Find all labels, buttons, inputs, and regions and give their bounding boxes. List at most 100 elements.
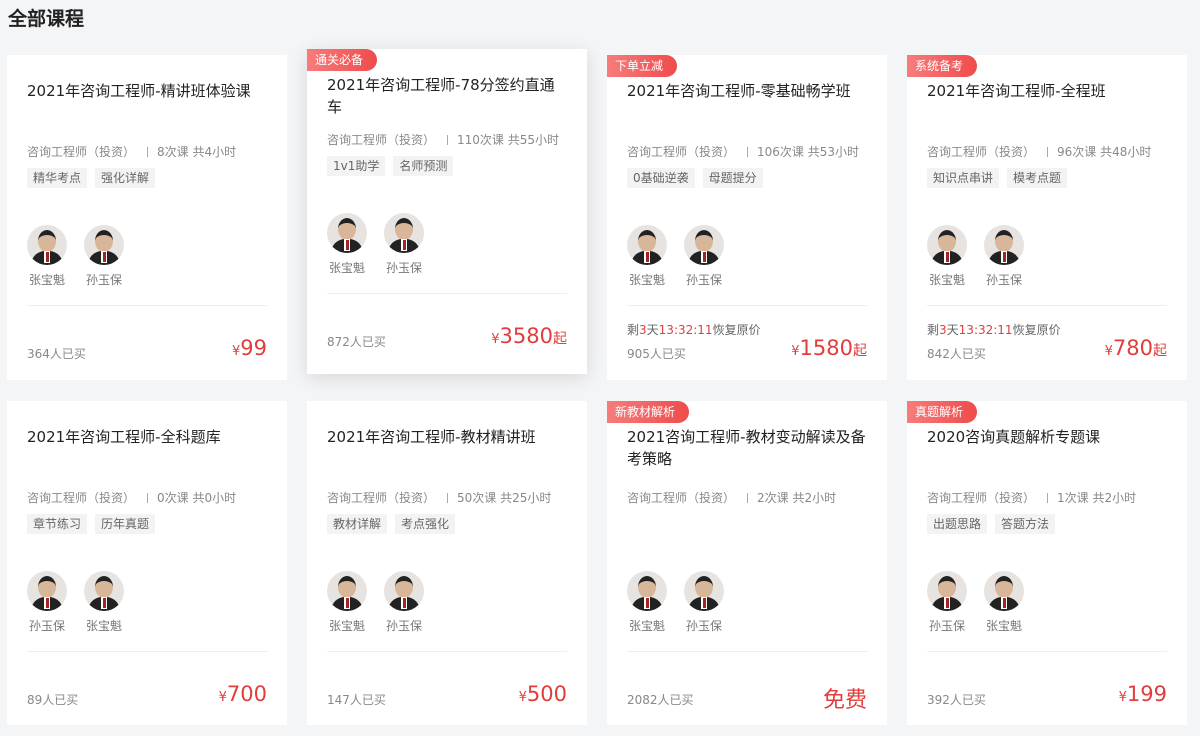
course-card[interactable]: 系统备考 2021年咨询工程师-全程班 咨询工程师（投资） 96次课 共48小时 知识点… <box>907 55 1187 380</box>
course-chip: 知识点串讲 <box>927 168 1000 188</box>
course-price: ¥500 <box>519 682 567 706</box>
course-title[interactable]: 2021年咨询工程师-精讲班体验课 <box>27 80 267 102</box>
price-currency: ¥ <box>491 332 500 347</box>
teacher-name: 张宝魁 <box>85 619 122 633</box>
buyer-count: 364人已买 <box>27 347 86 361</box>
avatar-head-shape <box>995 576 1013 598</box>
course-card[interactable]: 真题解析 2020咨询真题解析专题课 咨询工程师（投资） 1次课 共2小时 出题思路 答题… <box>907 401 1187 725</box>
course-lessons: 2次课 共2小时 <box>757 491 837 505</box>
price-currency: ¥ <box>1104 344 1113 359</box>
teacher[interactable]: 张宝魁 <box>27 225 67 288</box>
teacher-name: 孙玉保 <box>685 273 722 287</box>
course-meta: 咨询工程师（投资） 8次课 共4小时 <box>27 143 236 160</box>
teacher[interactable]: 张宝魁 <box>627 225 667 288</box>
teacher-list: 张宝魁 孙玉保 <box>927 225 1024 288</box>
teacher-name: 张宝魁 <box>628 273 665 287</box>
teacher-list: 张宝魁 孙玉保 <box>327 571 424 634</box>
teacher[interactable]: 张宝魁 <box>984 571 1024 634</box>
avatar-tie-shape <box>946 598 949 608</box>
course-chips: 0基础逆袭 母题提分 <box>627 168 763 188</box>
course-title[interactable]: 2021年咨询工程师-全程班 <box>927 80 1167 102</box>
teacher[interactable]: 孙玉保 <box>384 571 424 634</box>
avatar-head-shape <box>938 576 956 598</box>
avatar-tie-shape <box>103 252 106 262</box>
teacher-name: 张宝魁 <box>28 273 65 287</box>
course-chip: 考点强化 <box>395 514 456 534</box>
course-title[interactable]: 2021年咨询工程师-教材精讲班 <box>327 426 567 448</box>
meta-separator <box>147 493 149 503</box>
course-badge: 真题解析 <box>907 401 978 423</box>
course-meta: 咨询工程师（投资） 2次课 共2小时 <box>627 489 836 506</box>
teacher-name: 张宝魁 <box>928 273 965 287</box>
course-card[interactable]: 2021年咨询工程师-教材精讲班 咨询工程师（投资） 50次课 共25小时 教材详解考… <box>307 401 587 725</box>
card-divider <box>327 651 567 652</box>
price-currency: ¥ <box>218 690 227 705</box>
price-amount: 3580 <box>499 324 553 348</box>
teacher[interactable]: 孙玉保 <box>984 225 1024 288</box>
course-category: 咨询工程师（投资） <box>927 145 1036 159</box>
teacher-avatar <box>984 225 1024 265</box>
price-suffix: 起 <box>1153 343 1167 359</box>
course-title[interactable]: 2021年咨询工程师-全科题库 <box>27 426 267 448</box>
teacher[interactable]: 孙玉保 <box>927 571 967 634</box>
meta-separator <box>447 135 449 145</box>
price-currency: ¥ <box>791 344 800 359</box>
course-card[interactable]: 2021年咨询工程师-全科题库咨询工程师（投资） 0次课 共0小时 章节练习 历年真题… <box>7 401 287 725</box>
meta-separator <box>447 493 449 503</box>
teacher[interactable]: 张宝魁 <box>627 571 667 634</box>
teacher[interactable]: 张宝魁 <box>327 213 367 276</box>
teacher-avatar <box>327 213 367 253</box>
teacher-avatar <box>327 571 367 611</box>
teacher[interactable]: 孙玉保 <box>27 571 67 634</box>
avatar-head-shape <box>695 230 713 252</box>
teacher[interactable]: 孙玉保 <box>84 225 124 288</box>
price-suffix: 起 <box>553 331 567 347</box>
teacher-name: 张宝魁 <box>985 619 1022 633</box>
teacher-list: 张宝魁 孙玉保 <box>327 213 424 276</box>
avatar-head-shape <box>938 230 956 252</box>
teacher-avatar <box>384 213 424 253</box>
card-divider <box>927 305 1167 306</box>
course-chip: 教材详解 <box>327 514 388 534</box>
teacher[interactable]: 孙玉保 <box>684 571 724 634</box>
teacher-avatar <box>627 571 667 611</box>
teacher[interactable]: 孙玉保 <box>684 225 724 288</box>
teacher-avatar <box>84 225 124 265</box>
course-meta: 咨询工程师（投资） 110次课 共55小时 <box>327 131 559 148</box>
avatar-tie-shape <box>646 598 649 608</box>
course-card[interactable]: 新教材解析 2021咨询工程师-教材变动解读及备考策略 咨询工程师（投资） 2次课 共… <box>607 401 887 725</box>
course-meta: 咨询工程师（投资） 0次课 共0小时 <box>27 489 236 506</box>
countdown-suffix: 恢复原价 <box>712 323 761 337</box>
teacher-avatar <box>684 225 724 265</box>
course-title[interactable]: 2021年咨询工程师-零基础畅学班 <box>627 80 867 102</box>
countdown-days: 3 <box>939 323 947 337</box>
avatar-tie-shape <box>703 598 706 608</box>
course-lessons: 1次课 共2小时 <box>1057 491 1137 505</box>
card-divider <box>27 651 267 652</box>
avatar-tie-shape <box>946 252 949 262</box>
course-price: ¥1580起 <box>791 336 867 360</box>
buyer-count: 147人已买 <box>327 693 386 707</box>
teacher-name: 孙玉保 <box>928 619 965 633</box>
course-title[interactable]: 2021咨询工程师-教材变动解读及备考策略 <box>627 426 867 470</box>
teacher[interactable]: 张宝魁 <box>327 571 367 634</box>
course-title[interactable]: 2021年咨询工程师-78分签约直通车 <box>327 74 567 118</box>
teacher-list: 张宝魁 孙玉保 <box>627 225 724 288</box>
avatar-head-shape <box>995 230 1013 252</box>
course-title[interactable]: 2020咨询真题解析专题课 <box>927 426 1167 448</box>
teacher[interactable]: 张宝魁 <box>84 571 124 634</box>
buyer-count: 2082人已买 <box>627 693 694 707</box>
price-amount: 500 <box>526 682 567 706</box>
course-card[interactable]: 通关必备 2021年咨询工程师-78分签约直通车 咨询工程师（投资） 110次课 共5… <box>307 49 587 374</box>
teacher[interactable]: 孙玉保 <box>384 213 424 276</box>
course-meta: 咨询工程师（投资） 1次课 共2小时 <box>927 489 1136 506</box>
countdown-unit: 天 <box>646 323 659 337</box>
teacher-avatar <box>627 225 667 265</box>
course-card[interactable]: 2021年咨询工程师-精讲班体验课 咨询工程师（投资） 8次课 共4小时 精华考点 强化… <box>7 55 287 380</box>
teacher[interactable]: 张宝魁 <box>927 225 967 288</box>
teacher-avatar <box>84 571 124 611</box>
course-chips: 章节练习 历年真题 <box>27 514 156 534</box>
course-card[interactable]: 下单立减 2021年咨询工程师-零基础畅学班 咨询工程师（投资） 106次课 共53小… <box>607 55 887 380</box>
countdown-days: 3 <box>639 323 647 337</box>
course-category: 咨询工程师（投资） <box>627 491 736 505</box>
